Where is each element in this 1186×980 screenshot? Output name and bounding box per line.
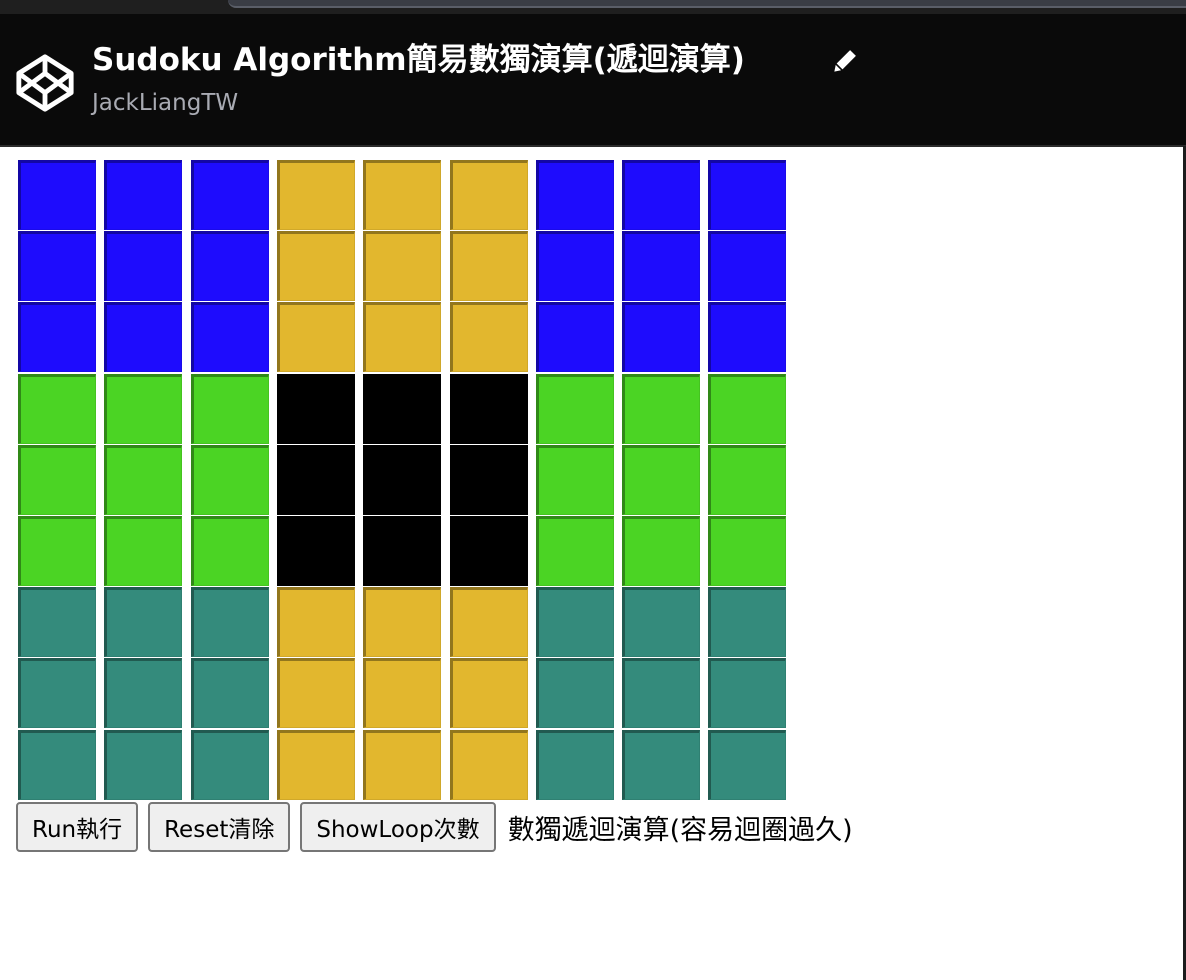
reset-button[interactable]: Reset清除 xyxy=(148,802,291,852)
sudoku-cell[interactable] xyxy=(191,302,269,372)
sudoku-cell[interactable] xyxy=(708,658,786,728)
sudoku-cell[interactable] xyxy=(363,231,441,301)
sudoku-cell[interactable] xyxy=(536,658,614,728)
sudoku-cell[interactable] xyxy=(18,160,96,230)
sudoku-cell[interactable] xyxy=(104,302,182,372)
sudoku-cell[interactable] xyxy=(622,231,700,301)
sudoku-cell[interactable] xyxy=(536,231,614,301)
pen-header: Sudoku Algorithm簡易數獨演算(遞迴演算) JackLiangTW xyxy=(0,14,1186,147)
sudoku-cell[interactable] xyxy=(536,587,614,657)
sudoku-cell[interactable] xyxy=(104,445,182,515)
sudoku-cell[interactable] xyxy=(104,231,182,301)
sudoku-cell[interactable] xyxy=(363,374,441,444)
sudoku-cell[interactable] xyxy=(708,231,786,301)
pencil-icon[interactable] xyxy=(832,46,860,74)
sudoku-cell[interactable] xyxy=(450,231,528,301)
sudoku-cell[interactable] xyxy=(536,516,614,586)
sudoku-cell[interactable] xyxy=(450,730,528,800)
sudoku-cell[interactable] xyxy=(450,587,528,657)
sudoku-board xyxy=(18,160,791,800)
sudoku-cell[interactable] xyxy=(363,445,441,515)
sudoku-cell[interactable] xyxy=(450,445,528,515)
sudoku-cell[interactable] xyxy=(18,516,96,586)
sudoku-cell[interactable] xyxy=(18,231,96,301)
sudoku-cell[interactable] xyxy=(708,445,786,515)
sudoku-cell[interactable] xyxy=(708,374,786,444)
showloop-button[interactable]: ShowLoop次數 xyxy=(300,802,496,852)
sudoku-cell[interactable] xyxy=(277,231,355,301)
sudoku-cell[interactable] xyxy=(450,302,528,372)
sudoku-cell[interactable] xyxy=(191,516,269,586)
codepen-logo-icon[interactable] xyxy=(14,52,76,114)
sudoku-cell[interactable] xyxy=(191,445,269,515)
sudoku-cell[interactable] xyxy=(191,587,269,657)
sudoku-cell[interactable] xyxy=(708,516,786,586)
sudoku-cell[interactable] xyxy=(622,302,700,372)
sudoku-cell[interactable] xyxy=(363,160,441,230)
sudoku-cell[interactable] xyxy=(536,302,614,372)
sudoku-cell[interactable] xyxy=(622,658,700,728)
sudoku-cell[interactable] xyxy=(708,160,786,230)
sudoku-cell[interactable] xyxy=(277,730,355,800)
sudoku-cell[interactable] xyxy=(622,445,700,515)
control-bar: Run執行 Reset清除 ShowLoop次數 數獨遞迴演算(容易迴圈過久) xyxy=(16,802,853,852)
sudoku-cell[interactable] xyxy=(363,730,441,800)
sudoku-cell[interactable] xyxy=(277,160,355,230)
sudoku-cell[interactable] xyxy=(622,516,700,586)
sudoku-cell[interactable] xyxy=(277,516,355,586)
sudoku-cell[interactable] xyxy=(104,160,182,230)
sudoku-cell[interactable] xyxy=(18,445,96,515)
sudoku-cell[interactable] xyxy=(18,374,96,444)
sudoku-cell[interactable] xyxy=(363,658,441,728)
sudoku-cell[interactable] xyxy=(104,374,182,444)
sudoku-cell[interactable] xyxy=(191,658,269,728)
sudoku-cell[interactable] xyxy=(277,658,355,728)
sudoku-cell[interactable] xyxy=(18,658,96,728)
sudoku-cell[interactable] xyxy=(708,587,786,657)
sudoku-cell[interactable] xyxy=(18,730,96,800)
sudoku-cell[interactable] xyxy=(363,302,441,372)
sudoku-cell[interactable] xyxy=(536,445,614,515)
sudoku-cell[interactable] xyxy=(450,160,528,230)
pen-title: Sudoku Algorithm簡易數獨演算(遞迴演算) xyxy=(92,42,745,78)
sudoku-cell[interactable] xyxy=(450,516,528,586)
sudoku-cell[interactable] xyxy=(277,302,355,372)
sudoku-cell[interactable] xyxy=(622,730,700,800)
sudoku-cell[interactable] xyxy=(104,658,182,728)
sudoku-cell[interactable] xyxy=(363,587,441,657)
sudoku-cell[interactable] xyxy=(450,374,528,444)
sudoku-cell[interactable] xyxy=(18,587,96,657)
sudoku-cell[interactable] xyxy=(191,730,269,800)
sudoku-cell[interactable] xyxy=(18,302,96,372)
sudoku-cell[interactable] xyxy=(191,374,269,444)
sudoku-cell[interactable] xyxy=(277,587,355,657)
author-name[interactable]: JackLiangTW xyxy=(92,88,238,118)
sudoku-cell[interactable] xyxy=(708,302,786,372)
sudoku-cell[interactable] xyxy=(191,231,269,301)
sudoku-cell[interactable] xyxy=(622,374,700,444)
sudoku-cell[interactable] xyxy=(708,730,786,800)
browser-top-strip xyxy=(0,0,1186,14)
sudoku-cell[interactable] xyxy=(622,160,700,230)
tab-bar xyxy=(228,0,1186,8)
sudoku-cell[interactable] xyxy=(622,587,700,657)
sudoku-cell[interactable] xyxy=(450,658,528,728)
sudoku-cell[interactable] xyxy=(191,160,269,230)
sudoku-cell[interactable] xyxy=(104,730,182,800)
sudoku-cell[interactable] xyxy=(104,587,182,657)
sudoku-cell[interactable] xyxy=(104,516,182,586)
sudoku-cell[interactable] xyxy=(536,374,614,444)
sudoku-cell[interactable] xyxy=(536,160,614,230)
sudoku-cell[interactable] xyxy=(277,445,355,515)
sudoku-cell[interactable] xyxy=(277,374,355,444)
sudoku-cell[interactable] xyxy=(536,730,614,800)
status-text: 數獨遞迴演算(容易迴圈過久) xyxy=(507,814,853,846)
run-button[interactable]: Run執行 xyxy=(16,802,139,852)
sudoku-cell[interactable] xyxy=(363,516,441,586)
